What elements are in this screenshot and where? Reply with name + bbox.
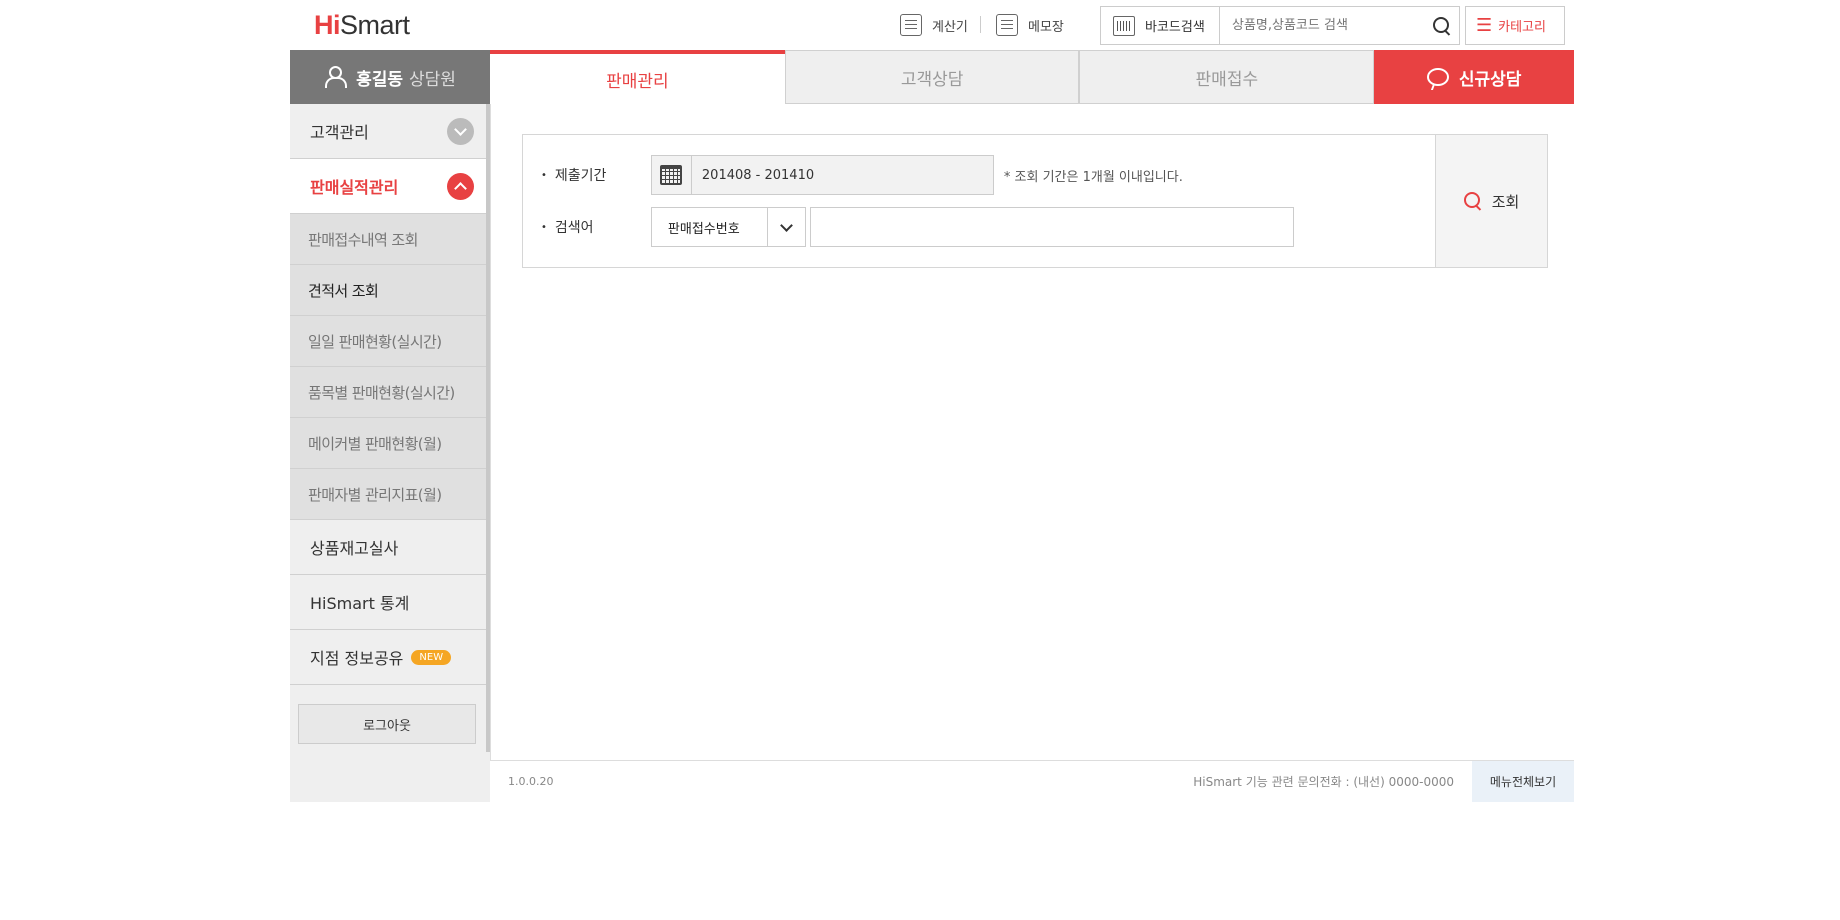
bullet: •	[541, 221, 547, 233]
sidebar-item-statistics[interactable]: HiSmart 통계	[290, 575, 490, 630]
memo-label: 메모장	[1028, 19, 1064, 35]
submenu-daily-sales[interactable]: 일일 판매현황(실시간)	[290, 316, 490, 367]
search-submit-button[interactable]: 조회	[1435, 135, 1547, 267]
tab-label: 고객상담	[900, 69, 964, 90]
calculator-button[interactable]: 계산기	[900, 13, 968, 37]
tab-label: 판매관리	[606, 71, 669, 92]
search-button-label: 조회	[1491, 192, 1520, 211]
period-value: 201408 - 201410	[701, 167, 815, 183]
search-form: • 제출기간 201408 - 201410 * 조회 기간은 1개월 이내입니…	[522, 134, 1548, 268]
sidebar-item-label: HiSmart 통계	[310, 594, 410, 613]
chevron-down-icon[interactable]	[447, 118, 474, 145]
period-date-picker[interactable]: 201408 - 201410	[650, 155, 994, 195]
user-role: 상담원	[409, 69, 456, 90]
barcode-search-button[interactable]: 바코드검색	[1101, 7, 1220, 44]
product-search-input[interactable]	[1220, 7, 1425, 44]
sidebar-item-label: 상품재고실사	[310, 539, 399, 558]
submenu-label: 품목별 판매현황(실시간)	[308, 383, 455, 402]
keyword-type-value: 판매접수번호	[667, 221, 740, 237]
tab-sales-management[interactable]: 판매관리	[490, 50, 785, 104]
contact-text: HiSmart 기능 관련 문의전화 : (내선) 0000-0000	[1193, 775, 1454, 789]
keyword-label: 검색어	[554, 220, 594, 236]
new-consult-button[interactable]: 신규상담	[1374, 50, 1575, 104]
sidebar-item-customer[interactable]: 고객관리	[290, 104, 490, 159]
chevron-up-icon[interactable]	[447, 173, 474, 200]
product-search-box: 바코드검색	[1100, 6, 1460, 45]
category-label: 카테고리	[1498, 20, 1546, 35]
sidebar-item-inventory[interactable]: 상품재고실사	[290, 520, 490, 575]
top-header: HiSmart 계산기 메모장 바코드검색 ☰ 카테고리	[290, 0, 1574, 50]
keyword-row: • 검색어 판매접수번호	[541, 207, 1294, 247]
bullet: •	[541, 169, 547, 181]
user-profile: 홍길동 상담원	[290, 50, 490, 104]
logo-hi: Hi	[314, 10, 341, 40]
sidebar-item-label: 지점 정보공유	[310, 649, 404, 668]
barcode-label: 바코드검색	[1145, 20, 1205, 35]
calendar-icon[interactable]	[652, 156, 692, 194]
chat-bubble-icon	[1426, 68, 1449, 86]
calculator-icon	[900, 14, 922, 36]
tab-label: 신규상담	[1458, 69, 1522, 90]
all-menu-button[interactable]: 메뉴전체보기	[1472, 761, 1574, 802]
sidebar-item-sales-performance[interactable]: 판매실적관리	[290, 159, 490, 214]
tool-divider	[980, 16, 981, 33]
period-row: • 제출기간 201408 - 201410 * 조회 기간은 1개월 이내입니…	[541, 155, 1183, 195]
chevron-down-icon[interactable]	[766, 208, 805, 246]
search-icon	[1463, 192, 1482, 210]
period-note: * 조회 기간은 1개월 이내입니다.	[1003, 169, 1183, 185]
category-icon: ☰	[1476, 15, 1493, 36]
memo-button[interactable]: 메모장	[996, 13, 1064, 37]
user-icon	[324, 66, 348, 88]
period-label: 제출기간	[554, 168, 607, 184]
submenu-maker-sales[interactable]: 메이커별 판매현황(월)	[290, 418, 490, 469]
submenu-label: 메이커별 판매현황(월)	[308, 434, 442, 453]
submenu-label: 일일 판매현황(실시간)	[308, 332, 442, 351]
submenu-item-sales[interactable]: 품목별 판매현황(실시간)	[290, 367, 490, 418]
app-frame: HiSmart 계산기 메모장 바코드검색 ☰ 카테고리	[290, 0, 1575, 802]
version-text: 1.0.0.20	[508, 775, 554, 788]
calculator-label: 계산기	[932, 19, 968, 35]
keyword-type-select[interactable]: 판매접수번호	[650, 207, 806, 247]
product-search-button[interactable]	[1425, 7, 1459, 44]
submenu-label: 견적서 조회	[308, 281, 379, 300]
user-name: 홍길동	[356, 69, 403, 90]
logo-smart: Smart	[340, 10, 410, 40]
sidebar-item-label: 고객관리	[310, 123, 369, 142]
sidebar-item-branch-share[interactable]: 지점 정보공유 NEW	[290, 630, 490, 685]
keyword-input[interactable]	[809, 207, 1294, 247]
submenu-label: 판매자별 관리지표(월)	[308, 485, 442, 504]
search-icon	[1433, 16, 1451, 35]
footer: 1.0.0.20 HiSmart 기능 관련 문의전화 : (내선) 0000-…	[490, 760, 1574, 802]
sidebar: 홍길동 상담원 고객관리 판매실적관리 판매접수내역 조회 견적서 조회 일일 …	[290, 50, 490, 802]
memo-icon	[996, 14, 1018, 36]
submenu-sales-receipt-history[interactable]: 판매접수내역 조회	[290, 214, 490, 265]
submenu-seller-kpi[interactable]: 판매자별 관리지표(월)	[290, 469, 490, 520]
logout-button[interactable]: 로그아웃	[298, 704, 476, 744]
hismart-logo[interactable]: HiSmart	[314, 10, 410, 41]
submenu-quote-lookup[interactable]: 견적서 조회	[290, 265, 490, 316]
tab-customer-consult[interactable]: 고객상담	[784, 50, 1080, 104]
barcode-icon	[1113, 15, 1135, 36]
main-content: • 제출기간 201408 - 201410 * 조회 기간은 1개월 이내입니…	[490, 104, 1574, 760]
main-tabs: 판매관리 고객상담 판매접수 신규상담	[490, 50, 1575, 104]
category-button[interactable]: ☰ 카테고리	[1465, 6, 1565, 45]
tab-sales-receipt[interactable]: 판매접수	[1079, 50, 1375, 104]
sidebar-item-label: 판매실적관리	[310, 178, 399, 197]
new-badge: NEW	[411, 649, 452, 665]
tab-label: 판매접수	[1195, 69, 1259, 90]
submenu-label: 판매접수내역 조회	[308, 230, 418, 249]
